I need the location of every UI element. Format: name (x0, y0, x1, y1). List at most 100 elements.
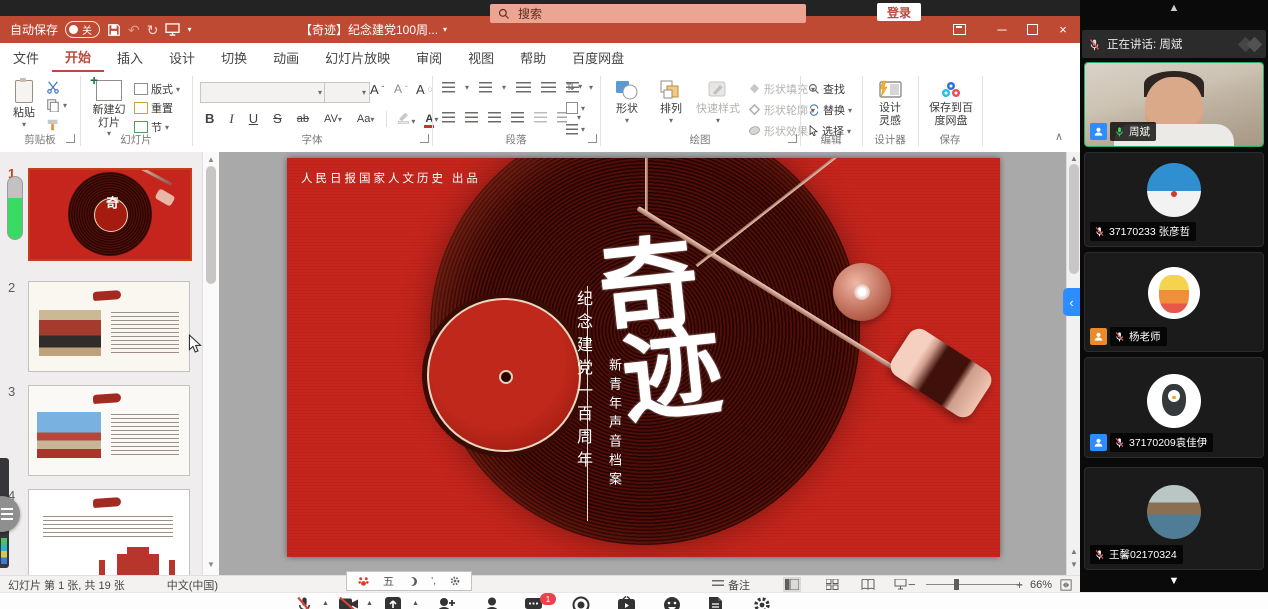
save-to-baidu-button[interactable]: 保存到百度网盘 (924, 80, 978, 127)
slide-thumbnail-panel[interactable]: 1 奇 2 3 4 (0, 152, 218, 575)
sidebar-collapse-up-icon[interactable]: ▲ (1080, 1, 1268, 15)
undo-icon[interactable]: ↶ (128, 23, 140, 37)
zoom-slider[interactable] (926, 584, 1022, 585)
align-right-icon[interactable] (488, 112, 501, 123)
ime-punct-icon[interactable]: ’, (431, 576, 436, 587)
shapes-button[interactable]: 形状 ▾ (608, 80, 646, 125)
live-button[interactable] (617, 596, 636, 609)
slideshow-view-button[interactable] (891, 577, 909, 592)
slide-1[interactable]: 人民日报国家人文历史 出品 纪念建党一百周年 新青年声音档案 奇 迹 (287, 158, 1000, 557)
scroll-down-icon[interactable]: ▼ (203, 560, 219, 569)
prev-slide-icon[interactable]: ▲ (1067, 547, 1081, 556)
drawing-dialog-launcher[interactable] (788, 134, 797, 143)
participant-tile-yuanjiayi[interactable]: 37170209袁佳伊 (1084, 357, 1264, 458)
tab-review[interactable]: 审阅 (403, 44, 455, 72)
save-icon[interactable] (107, 23, 121, 37)
quick-access-caret-icon[interactable]: ▾ (187, 25, 191, 34)
zoom-in-icon[interactable]: + (1016, 578, 1023, 592)
design-ideas-button[interactable]: 设计灵感 (868, 80, 912, 127)
shape-fill-button[interactable]: 形状填充▾ (748, 81, 815, 97)
sidebar-collapse-down-icon[interactable]: ▼ (1080, 574, 1268, 588)
quick-styles-button[interactable]: 快速样式 ▾ (696, 80, 740, 125)
camera-options-caret-icon[interactable]: ▲ (366, 600, 373, 607)
record-button[interactable] (572, 596, 590, 609)
replace-button[interactable]: b 替换▾ (808, 102, 852, 118)
tab-home[interactable]: 开始 (52, 42, 104, 73)
fit-slide-icon[interactable] (1060, 579, 1072, 591)
shape-outline-button[interactable]: 形状轮廓▾ (748, 102, 815, 118)
slide-sorter-view-button[interactable] (823, 577, 841, 592)
tab-design[interactable]: 设计 (156, 44, 208, 72)
normal-view-button[interactable] (783, 577, 801, 592)
convert-smartart-button[interactable]: ▾ (566, 124, 585, 135)
shrink-font-button[interactable]: Aˇ (394, 82, 408, 96)
minimize-button[interactable]: ─ (985, 16, 1019, 43)
numbering-icon[interactable] (479, 82, 492, 93)
participants-button[interactable] (484, 596, 500, 609)
align-left-icon[interactable] (442, 112, 455, 123)
decrease-indent-icon[interactable] (516, 82, 531, 93)
reactions-button[interactable] (663, 596, 681, 609)
settings-button[interactable] (753, 596, 771, 609)
bold-button[interactable]: B (202, 111, 217, 126)
align-text-button[interactable]: ▾ (566, 102, 585, 114)
tab-slideshow[interactable]: 幻灯片放映 (312, 44, 403, 72)
participant-tile-zhangyanzhe[interactable]: 37170233 张彦哲 (1084, 152, 1264, 247)
cut-button[interactable] (46, 80, 60, 94)
font-size-select[interactable]: ▾ (324, 82, 370, 103)
zoom-level[interactable]: 66% (1030, 579, 1052, 591)
meeting-panel-toggle-tab[interactable]: ‹ (1063, 288, 1080, 316)
canvas-scroll-up-icon[interactable]: ▲ (1067, 154, 1081, 163)
reading-view-button[interactable] (859, 577, 877, 592)
align-center-icon[interactable] (465, 112, 478, 123)
participant-tile-wangxin[interactable]: 王馨02170324 (1084, 467, 1264, 570)
tab-file[interactable]: 文件 (0, 44, 52, 72)
zoom-out-icon[interactable]: − (908, 577, 916, 592)
participant-tile-zhoubin[interactable]: 周斌 (1084, 62, 1264, 147)
new-slide-button[interactable]: 新建幻灯片 ▾ (88, 80, 130, 138)
slide-thumbnail-1[interactable]: 奇 (28, 168, 192, 261)
justify-icon[interactable] (511, 112, 524, 123)
font-dialog-launcher[interactable] (420, 134, 429, 143)
font-name-select[interactable]: ▾ (200, 82, 326, 103)
clipboard-dialog-launcher[interactable] (66, 134, 75, 143)
ime-toolbar[interactable]: 五 ’, (346, 571, 472, 591)
login-button[interactable]: 登录 (877, 3, 921, 21)
underline-button[interactable]: U (246, 111, 261, 126)
notes-toggle[interactable]: 备注 (712, 577, 750, 593)
slide-thumbnail-2[interactable] (28, 281, 190, 372)
format-painter-button[interactable] (46, 118, 60, 132)
ime-fullhalf-icon[interactable] (408, 577, 417, 586)
camera-button[interactable] (338, 596, 359, 609)
tab-view[interactable]: 视图 (455, 44, 507, 72)
close-button[interactable]: × (1046, 16, 1080, 43)
thumbnail-scrollbar[interactable]: ▲ ▼ (202, 152, 219, 575)
grow-font-button[interactable]: Aˆ (370, 82, 384, 97)
zoom-slider-thumb[interactable] (954, 579, 959, 590)
autosave-toggle[interactable]: 关 (65, 21, 100, 38)
slideshow-icon[interactable] (165, 23, 180, 36)
scroll-up-icon[interactable]: ▲ (203, 155, 219, 164)
paragraph-dialog-launcher[interactable] (588, 134, 597, 143)
share-screen-button[interactable] (384, 596, 402, 609)
layout-button[interactable]: 版式▾ (134, 81, 180, 97)
copy-button[interactable]: ▾ (46, 98, 67, 112)
ribbon-display-options-button[interactable] (942, 16, 976, 43)
increase-indent-icon[interactable] (541, 82, 556, 93)
tab-animations[interactable]: 动画 (260, 44, 312, 72)
italic-button[interactable]: I (226, 111, 236, 127)
invite-button[interactable] (436, 596, 456, 609)
tab-baidu-netdisk[interactable]: 百度网盘 (559, 44, 637, 72)
ime-settings-icon[interactable] (450, 576, 460, 586)
tab-help[interactable]: 帮助 (507, 44, 559, 72)
language-indicator[interactable]: 中文(中国) (167, 577, 218, 593)
tab-insert[interactable]: 插入 (104, 44, 156, 72)
canvas-scrollbar[interactable]: ▲ ▲ ▼ (1066, 152, 1081, 575)
participant-tile-yanglaoshi[interactable]: 杨老师 (1084, 252, 1264, 352)
subscript-button[interactable]: ab (294, 113, 312, 125)
search-box[interactable] (490, 4, 806, 23)
docs-button[interactable] (708, 596, 723, 609)
tab-transitions[interactable]: 切换 (208, 44, 260, 72)
slide-thumbnail-4[interactable] (28, 489, 190, 576)
slide-thumbnail-3[interactable] (28, 385, 190, 476)
